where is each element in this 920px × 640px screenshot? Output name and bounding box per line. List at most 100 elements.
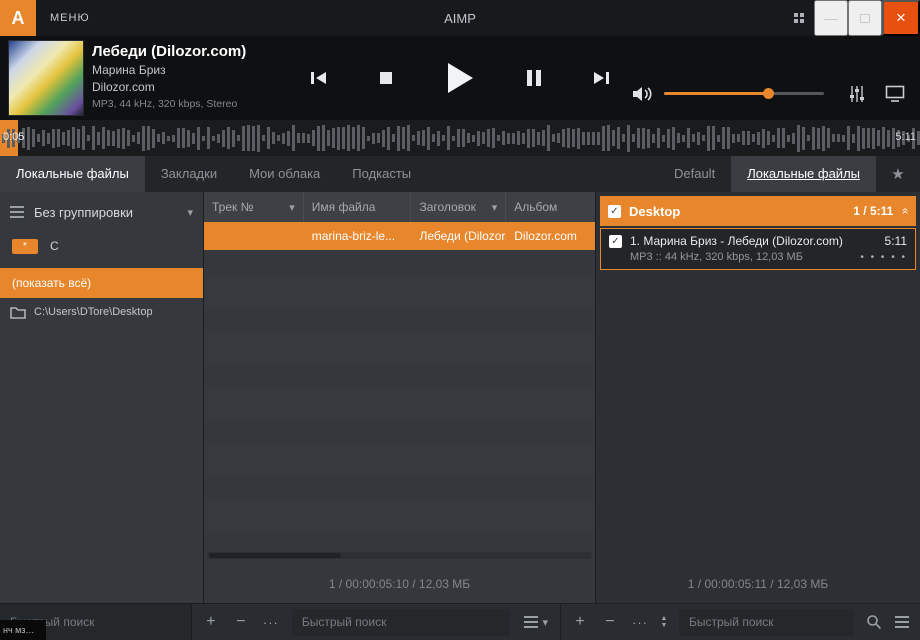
folder-item[interactable]: C:\Users\DTore\Desktop [0,298,203,326]
playlist-status: 1 / 00:00:05:11 / 12,03 МБ [596,577,920,591]
add-track-button[interactable]: + [565,608,595,636]
playlist-item-title: 1. Марина Бриз - Лебеди (Dilozor.com) [630,234,885,248]
playlist-summary: 1 / 5:11 [853,204,893,218]
tab-local-files[interactable]: Локальные файлы [0,156,145,192]
app-logo-letter: A [12,8,25,29]
show-all-button[interactable]: (показать всё) [0,268,203,298]
sort-caret-icon: ▾ [285,201,295,214]
drive-label: C [50,239,59,253]
sort-spinner[interactable]: ▲ ▼ [655,615,673,629]
next-button[interactable] [584,61,618,95]
volume-slider[interactable] [664,92,824,95]
playlist-checkbox[interactable]: ✓ [608,205,621,218]
column-title-label: Заголовок [419,200,475,214]
aimp-window: A МЕНЮ AIMP — × Лебеди (Dilozor.com) Мар… [0,0,920,640]
list-view-icon [524,613,538,631]
file-table-header: Трек № ▾ Имя файла Заголовок ▾ Альбом [204,192,595,222]
collapse-group-icon[interactable]: » [898,208,912,215]
more-options-button[interactable]: ··· [256,608,286,636]
album-art[interactable] [8,40,84,116]
sort-down-icon[interactable]: ▼ [655,622,673,629]
bookmark-star-icon[interactable]: ★ [876,156,920,192]
track-format: MP3, 44 kHz, 320 kbps, Stereo [92,98,302,110]
grouping-menu-icon [10,203,24,221]
playlist-pane: ✓ Desktop 1 / 5:11 » ✓ 1. Марина Бриз - … [596,192,920,603]
remove-files-button[interactable]: − [226,608,256,636]
cell-title: Лебеди (Dilozor... [411,222,506,250]
drive-item[interactable]: * C [0,232,203,260]
close-button[interactable]: × [882,0,920,36]
tabbar: Локальные файлы Закладки Мои облака Подк… [0,156,920,192]
pause-icon [526,69,542,87]
playlist-header[interactable]: ✓ Desktop 1 / 5:11 » [600,196,916,226]
playlist-menu-button[interactable] [888,608,916,636]
player-panel: Лебеди (Dilozor.com) Марина Бриз Dilozor… [0,36,920,120]
window-controls: — × [794,0,920,36]
tab-clouds[interactable]: Мои облака [233,156,336,192]
plugins-grid-icon[interactable] [794,13,804,23]
volume-fill [664,92,768,95]
playlist-item[interactable]: ✓ 1. Марина Бриз - Лебеди (Dilozor.com) … [600,228,916,270]
main-area: Без группировки ▾ * C (показать всё) C:\… [0,192,920,603]
folder-icon [10,305,26,319]
maximize-button[interactable] [848,0,882,36]
horizontal-scrollbar[interactable] [207,552,592,559]
column-filename[interactable]: Имя файла [304,192,412,222]
chevron-down-icon: ▾ [187,206,193,219]
transport-controls [302,54,618,102]
equalizer-icon [848,85,866,103]
search-button[interactable] [860,608,888,636]
table-row[interactable]: marina-briz-le... Лебеди (Dilozor... Dil… [204,222,595,250]
column-track-no-label: Трек № [212,200,253,214]
volume-mute-button[interactable] [630,82,656,106]
scrollbar-thumb[interactable] [209,553,341,558]
grouping-dropdown[interactable]: Без группировки ▾ [0,192,203,232]
file-browser-sidebar: Без группировки ▾ * C (показать всё) C:\… [0,192,204,603]
chevron-down-icon: ▾ [542,616,548,629]
track-source: Dilozor.com [92,80,302,94]
track-title: Лебеди (Dilozor.com) [92,43,302,60]
file-table-search-input[interactable] [292,609,511,636]
elapsed-time: 0:05 [3,131,24,143]
column-filename-label: Имя файла [312,200,376,214]
more-playlist-options-button[interactable]: ··· [625,608,655,636]
cell-filename: marina-briz-le... [304,222,412,250]
rating-dots[interactable]: • • • • • [860,252,907,263]
playlist-item-details: MP3 :: 44 kHz, 320 kbps, 12,03 МБ [630,251,860,263]
stop-button[interactable] [369,61,403,95]
folder-path-label: C:\Users\DTore\Desktop [34,306,153,318]
pause-button[interactable] [517,61,551,95]
add-files-button[interactable]: + [196,608,226,636]
previous-button[interactable] [302,61,336,95]
waveform-bars[interactable] [0,120,920,156]
track-checkbox[interactable]: ✓ [609,235,622,248]
sort-caret-icon: ▾ [488,201,498,214]
track-artist: Марина Бриз [92,63,302,77]
minimize-button[interactable]: — [814,0,848,36]
view-mode-button[interactable]: ▾ [516,613,556,631]
search-icon [866,614,882,630]
titlebar: A МЕНЮ AIMP — × [0,0,920,36]
drive-badge: * [12,239,38,254]
volume-handle[interactable] [763,88,774,99]
file-table: Трек № ▾ Имя файла Заголовок ▾ Альбом ma… [204,192,596,603]
file-table-status: 1 / 00:00:05:10 / 12,03 МБ [204,577,595,591]
play-button[interactable] [436,54,484,102]
sort-up-icon[interactable]: ▲ [655,615,673,622]
tab-podcasts[interactable]: Подкасты [336,156,427,192]
display-button[interactable] [882,82,908,106]
tab-bookmarks[interactable]: Закладки [145,156,233,192]
equalizer-button[interactable] [844,82,870,106]
playlist-search-input[interactable] [679,609,854,636]
column-album-label: Альбом [514,200,557,214]
column-title[interactable]: Заголовок ▾ [411,192,506,222]
main-menu-button[interactable]: МЕНЮ [36,0,104,36]
app-logo[interactable]: A [0,0,36,36]
column-album[interactable]: Альбом [506,192,595,222]
column-track-no[interactable]: Трек № ▾ [204,192,304,222]
next-icon [592,70,610,86]
playlist-tab-default[interactable]: Default [658,156,731,192]
remove-track-button[interactable]: − [595,608,625,636]
seekbar[interactable]: 0:05 5:11 [0,120,920,156]
playlist-tab-local-files[interactable]: Локальные файлы [731,156,876,192]
